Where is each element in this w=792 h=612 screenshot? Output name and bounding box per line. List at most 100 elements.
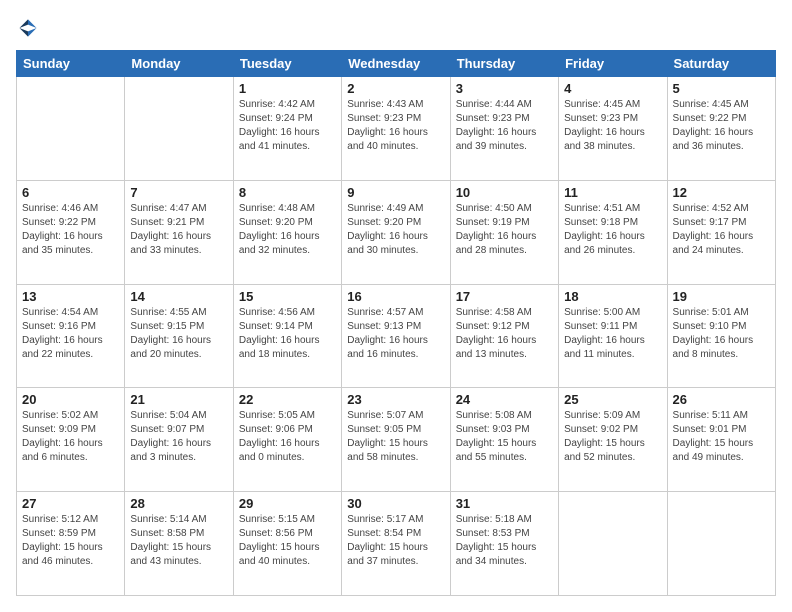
cell-info: Sunrise: 4:43 AM Sunset: 9:23 PM Dayligh…: [347, 98, 444, 154]
week-row-5: 27 Sunrise: 5:12 AM Sunset: 8:59 PM Dayli…: [17, 492, 776, 596]
day-number: 29: [239, 496, 336, 511]
logo: [16, 16, 44, 40]
calendar-cell: 26 Sunrise: 5:11 AM Sunset: 9:01 PM Dayli…: [667, 388, 775, 492]
cell-info: Sunrise: 4:44 AM Sunset: 9:23 PM Dayligh…: [456, 98, 553, 154]
cell-info: Sunrise: 4:57 AM Sunset: 9:13 PM Dayligh…: [347, 306, 444, 362]
col-monday: Monday: [125, 51, 233, 77]
day-number: 16: [347, 289, 444, 304]
calendar-cell: 11 Sunrise: 4:51 AM Sunset: 9:18 PM Dayli…: [559, 180, 667, 284]
calendar-cell: 14Sunrise: 4:55 AM Sunset: 9:15 PM Dayli…: [125, 284, 233, 388]
cell-info: Sunrise: 5:04 AM Sunset: 9:07 PM Dayligh…: [130, 409, 227, 465]
calendar-cell: 31 Sunrise: 5:18 AM Sunset: 8:53 PM Dayli…: [450, 492, 558, 596]
calendar-cell: 5 Sunrise: 4:45 AM Sunset: 9:22 PM Daylig…: [667, 77, 775, 181]
cell-info: Sunrise: 4:51 AM Sunset: 9:18 PM Dayligh…: [564, 202, 661, 258]
day-number: 6: [22, 185, 119, 200]
calendar-header-row: Sunday Monday Tuesday Wednesday Thursday…: [17, 51, 776, 77]
calendar-cell: 17Sunrise: 4:58 AM Sunset: 9:12 PM Dayli…: [450, 284, 558, 388]
cell-info: Sunrise: 5:02 AM Sunset: 9:09 PM Dayligh…: [22, 409, 119, 465]
cell-info: Sunrise: 4:47 AM Sunset: 9:21 PM Dayligh…: [130, 202, 227, 258]
header: [16, 16, 776, 40]
calendar-cell: [667, 492, 775, 596]
day-number: 2: [347, 81, 444, 96]
day-number: 21: [130, 392, 227, 407]
day-number: 8: [239, 185, 336, 200]
cell-info: Sunrise: 4:46 AM Sunset: 9:22 PM Dayligh…: [22, 202, 119, 258]
cell-info: Sunrise: 4:54 AM Sunset: 9:16 PM Dayligh…: [22, 306, 119, 362]
day-number: 3: [456, 81, 553, 96]
calendar-cell: 25Sunrise: 5:09 AM Sunset: 9:02 PM Dayli…: [559, 388, 667, 492]
cell-info: Sunrise: 5:05 AM Sunset: 9:06 PM Dayligh…: [239, 409, 336, 465]
calendar-cell: 23Sunrise: 5:07 AM Sunset: 9:05 PM Dayli…: [342, 388, 450, 492]
day-number: 5: [673, 81, 770, 96]
calendar-cell: 18 Sunrise: 5:00 AM Sunset: 9:11 PM Dayli…: [559, 284, 667, 388]
cell-info: Sunrise: 4:42 AM Sunset: 9:24 PM Dayligh…: [239, 98, 336, 154]
col-friday: Friday: [559, 51, 667, 77]
day-number: 27: [22, 496, 119, 511]
day-number: 15: [239, 289, 336, 304]
cell-info: Sunrise: 4:45 AM Sunset: 9:23 PM Dayligh…: [564, 98, 661, 154]
day-number: 23: [347, 392, 444, 407]
page: Sunday Monday Tuesday Wednesday Thursday…: [0, 0, 792, 612]
week-row-2: 6 Sunrise: 4:46 AM Sunset: 9:22 PM Daylig…: [17, 180, 776, 284]
day-number: 20: [22, 392, 119, 407]
day-number: 12: [673, 185, 770, 200]
cell-info: Sunrise: 5:18 AM Sunset: 8:53 PM Dayligh…: [456, 513, 553, 569]
calendar-cell: 28Sunrise: 5:14 AM Sunset: 8:58 PM Dayli…: [125, 492, 233, 596]
day-number: 18: [564, 289, 661, 304]
calendar-cell: 30Sunrise: 5:17 AM Sunset: 8:54 PM Dayli…: [342, 492, 450, 596]
calendar-cell: 6 Sunrise: 4:46 AM Sunset: 9:22 PM Daylig…: [17, 180, 125, 284]
col-thursday: Thursday: [450, 51, 558, 77]
cell-info: Sunrise: 5:15 AM Sunset: 8:56 PM Dayligh…: [239, 513, 336, 569]
calendar-cell: 12Sunrise: 4:52 AM Sunset: 9:17 PM Dayli…: [667, 180, 775, 284]
calendar-table: Sunday Monday Tuesday Wednesday Thursday…: [16, 50, 776, 596]
cell-info: Sunrise: 5:01 AM Sunset: 9:10 PM Dayligh…: [673, 306, 770, 362]
calendar-cell: 29 Sunrise: 5:15 AM Sunset: 8:56 PM Dayli…: [233, 492, 341, 596]
cell-info: Sunrise: 5:09 AM Sunset: 9:02 PM Dayligh…: [564, 409, 661, 465]
cell-info: Sunrise: 5:12 AM Sunset: 8:59 PM Dayligh…: [22, 513, 119, 569]
cell-info: Sunrise: 4:55 AM Sunset: 9:15 PM Dayligh…: [130, 306, 227, 362]
col-sunday: Sunday: [17, 51, 125, 77]
calendar-cell: 20 Sunrise: 5:02 AM Sunset: 9:09 PM Dayli…: [17, 388, 125, 492]
day-number: 13: [22, 289, 119, 304]
calendar-cell: 8 Sunrise: 4:48 AM Sunset: 9:20 PM Daylig…: [233, 180, 341, 284]
week-row-4: 20 Sunrise: 5:02 AM Sunset: 9:09 PM Dayli…: [17, 388, 776, 492]
calendar-cell: [125, 77, 233, 181]
cell-info: Sunrise: 4:45 AM Sunset: 9:22 PM Dayligh…: [673, 98, 770, 154]
calendar-cell: [17, 77, 125, 181]
cell-info: Sunrise: 4:56 AM Sunset: 9:14 PM Dayligh…: [239, 306, 336, 362]
calendar-cell: 19 Sunrise: 5:01 AM Sunset: 9:10 PM Dayli…: [667, 284, 775, 388]
calendar-cell: 1 Sunrise: 4:42 AM Sunset: 9:24 PM Daylig…: [233, 77, 341, 181]
calendar-cell: 2 Sunrise: 4:43 AM Sunset: 9:23 PM Daylig…: [342, 77, 450, 181]
calendar-cell: 15 Sunrise: 4:56 AM Sunset: 9:14 PM Dayli…: [233, 284, 341, 388]
day-number: 19: [673, 289, 770, 304]
calendar-cell: 9Sunrise: 4:49 AM Sunset: 9:20 PM Daylig…: [342, 180, 450, 284]
calendar-cell: 13 Sunrise: 4:54 AM Sunset: 9:16 PM Dayli…: [17, 284, 125, 388]
day-number: 11: [564, 185, 661, 200]
col-saturday: Saturday: [667, 51, 775, 77]
day-number: 7: [130, 185, 227, 200]
cell-info: Sunrise: 4:49 AM Sunset: 9:20 PM Dayligh…: [347, 202, 444, 258]
day-number: 1: [239, 81, 336, 96]
day-number: 10: [456, 185, 553, 200]
week-row-1: 1 Sunrise: 4:42 AM Sunset: 9:24 PM Daylig…: [17, 77, 776, 181]
calendar-cell: 16 Sunrise: 4:57 AM Sunset: 9:13 PM Dayli…: [342, 284, 450, 388]
day-number: 17: [456, 289, 553, 304]
logo-icon: [16, 16, 40, 40]
col-tuesday: Tuesday: [233, 51, 341, 77]
cell-info: Sunrise: 5:17 AM Sunset: 8:54 PM Dayligh…: [347, 513, 444, 569]
day-number: 26: [673, 392, 770, 407]
calendar-cell: 21 Sunrise: 5:04 AM Sunset: 9:07 PM Dayli…: [125, 388, 233, 492]
day-number: 24: [456, 392, 553, 407]
calendar-cell: [559, 492, 667, 596]
cell-info: Sunrise: 5:08 AM Sunset: 9:03 PM Dayligh…: [456, 409, 553, 465]
calendar-cell: 4 Sunrise: 4:45 AM Sunset: 9:23 PM Daylig…: [559, 77, 667, 181]
cell-info: Sunrise: 4:50 AM Sunset: 9:19 PM Dayligh…: [456, 202, 553, 258]
calendar-cell: 10 Sunrise: 4:50 AM Sunset: 9:19 PM Dayli…: [450, 180, 558, 284]
calendar-cell: 3 Sunrise: 4:44 AM Sunset: 9:23 PM Daylig…: [450, 77, 558, 181]
cell-info: Sunrise: 5:11 AM Sunset: 9:01 PM Dayligh…: [673, 409, 770, 465]
day-number: 28: [130, 496, 227, 511]
day-number: 31: [456, 496, 553, 511]
cell-info: Sunrise: 5:00 AM Sunset: 9:11 PM Dayligh…: [564, 306, 661, 362]
day-number: 4: [564, 81, 661, 96]
cell-info: Sunrise: 4:48 AM Sunset: 9:20 PM Dayligh…: [239, 202, 336, 258]
